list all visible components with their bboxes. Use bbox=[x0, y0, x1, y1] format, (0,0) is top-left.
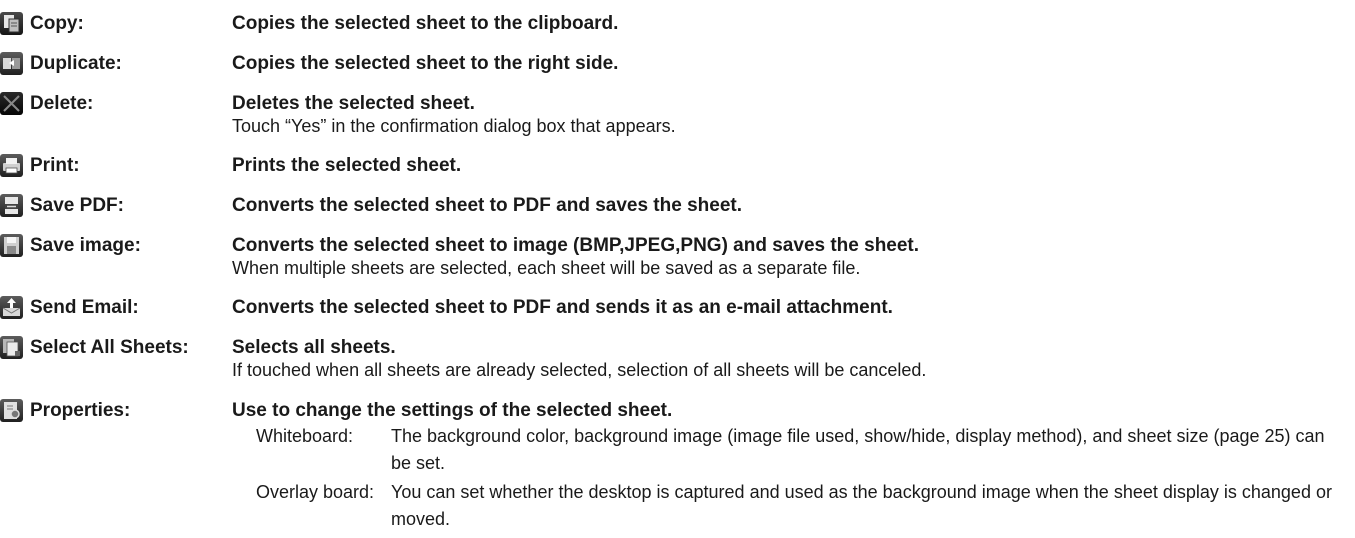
properties-icon bbox=[0, 399, 23, 422]
list-item: Properties: Use to change the settings o… bbox=[0, 399, 1355, 534]
item-description: Copies the selected sheet to the clipboa… bbox=[232, 13, 619, 34]
item-note: If touched when all sheets are already s… bbox=[232, 360, 927, 380]
item-label: Properties: bbox=[30, 400, 131, 421]
item-description: Copies the selected sheet to the right s… bbox=[232, 53, 619, 74]
item-description: Converts the selected sheet to PDF and s… bbox=[232, 195, 743, 216]
list-item: Duplicate: Copies the selected sheet to … bbox=[0, 52, 1355, 75]
list-item: Print: Prints the selected sheet. bbox=[0, 154, 1355, 177]
list-item: Select All Sheets: Selects all sheets. I… bbox=[0, 336, 1355, 382]
item-label: Save PDF: bbox=[30, 195, 124, 216]
list-item: Delete: Deletes the selected sheet. Touc… bbox=[0, 92, 1355, 138]
sub-item-label: Whiteboard: bbox=[256, 426, 354, 446]
list-item: Save PDF: Converts the selected sheet to… bbox=[0, 194, 1355, 217]
save-image-icon bbox=[0, 234, 23, 257]
item-description: Deletes the selected sheet. bbox=[232, 93, 475, 114]
duplicate-icon bbox=[0, 52, 23, 75]
item-description: Prints the selected sheet. bbox=[232, 155, 462, 176]
item-description: Selects all sheets. bbox=[232, 337, 396, 358]
item-description: Converts the selected sheet to PDF and s… bbox=[232, 297, 893, 318]
delete-icon bbox=[0, 92, 23, 115]
item-description: Converts the selected sheet to image (BM… bbox=[232, 235, 920, 256]
copy-icon bbox=[0, 12, 23, 35]
list-item: Copy: Copies the selected sheet to the c… bbox=[0, 12, 1355, 35]
item-label: Delete: bbox=[30, 93, 94, 114]
sub-item-label: Overlay board: bbox=[256, 482, 375, 502]
item-note: Touch “Yes” in the confirmation dialog b… bbox=[232, 116, 676, 136]
save-pdf-icon bbox=[0, 194, 23, 217]
item-label: Save image: bbox=[30, 235, 141, 256]
list-item: Send Email: Converts the selected sheet … bbox=[0, 296, 1355, 319]
item-label: Select All Sheets: bbox=[30, 337, 189, 358]
item-label: Send Email: bbox=[30, 297, 139, 318]
select-all-sheets-icon bbox=[0, 336, 23, 359]
item-description: Use to change the settings of the select… bbox=[232, 400, 673, 421]
sub-item-text: You can set whether the desktop is captu… bbox=[391, 482, 1332, 529]
item-label: Duplicate: bbox=[30, 53, 122, 74]
list-item: Save image: Converts the selected sheet … bbox=[0, 234, 1355, 280]
item-label: Print: bbox=[30, 155, 80, 176]
item-note: When multiple sheets are selected, each … bbox=[232, 258, 861, 278]
print-icon bbox=[0, 154, 23, 177]
send-email-icon bbox=[0, 296, 23, 319]
sub-item-text: The background color, background image (… bbox=[391, 426, 1325, 473]
item-label: Copy: bbox=[30, 13, 84, 34]
